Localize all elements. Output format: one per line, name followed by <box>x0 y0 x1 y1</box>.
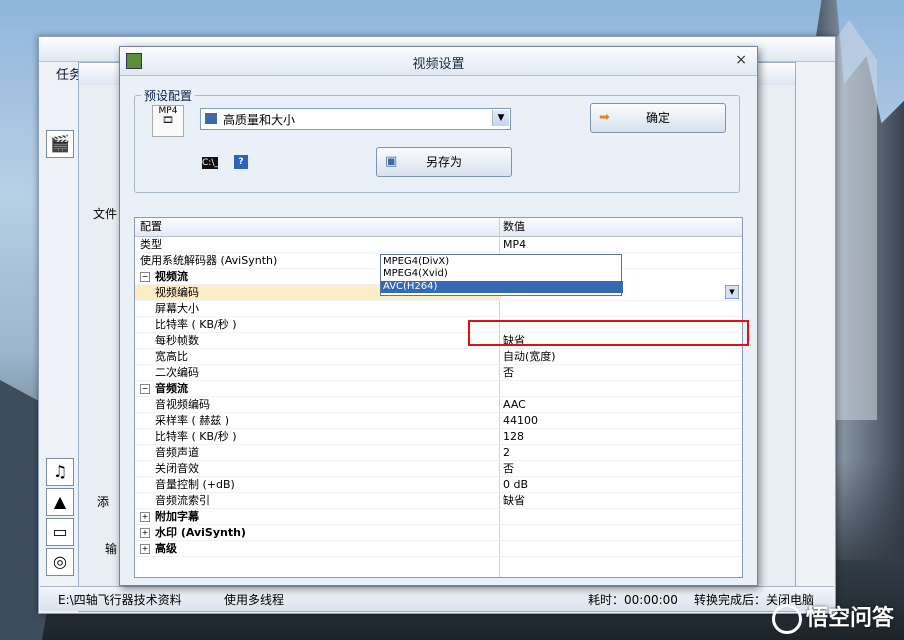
grid-row-key: 比特率 ( KB/秒 ) <box>155 430 237 443</box>
grid-row-key: 比特率 ( KB/秒 ) <box>155 318 237 331</box>
collapse-icon[interactable]: − <box>140 384 150 394</box>
music-icon[interactable]: ♫ <box>46 458 74 486</box>
picture-icon[interactable]: ▲ <box>46 488 74 516</box>
grid-row[interactable]: 音频流索引 缺省 <box>135 493 742 509</box>
arrow-right-icon: ➡ <box>599 110 610 125</box>
grid-row[interactable]: 二次编码 否 <box>135 365 742 381</box>
watermark: 悟空问答 <box>771 600 894 634</box>
command-line-icon[interactable]: C:\_ <box>202 157 219 169</box>
grid-row[interactable]: 屏幕大小 <box>135 301 742 317</box>
watermark-logo-icon <box>771 604 802 634</box>
status-time: 耗时：00:00:00 <box>588 593 678 607</box>
expand-icon[interactable]: + <box>140 512 150 522</box>
grid-row-key: 关闭音效 <box>155 462 199 475</box>
grid-row-key: 附加字幕 <box>155 510 199 523</box>
grid-row-value: 否 <box>503 366 514 379</box>
dropdown-option-h264[interactable]: AVC(H264) <box>381 281 623 293</box>
grid-row-key: 音频流 <box>155 382 188 395</box>
preset-value: 高质量和大小 <box>223 113 296 127</box>
grid-row-key: 类型 <box>140 238 162 251</box>
video-settings-dialog: 视频设置 × 预设配置 MP4 🎞 高质量和大小 ▼ ➡ 确定 ▣ 另存为 C:\… <box>119 46 758 586</box>
grid-header: 配置 数值 <box>135 218 742 237</box>
grid-row-value: 缺省 <box>503 494 525 507</box>
status-path: E:\四轴飞行器技术资料 <box>58 593 182 607</box>
grid-row-key: 采样率 ( 赫兹 ) <box>155 414 230 427</box>
grid-row-key: 音频声道 <box>155 446 199 459</box>
red-highlight-box <box>468 320 749 346</box>
grid-row-key: 高级 <box>155 542 177 555</box>
file-column-label: 文件 <box>93 207 118 221</box>
expand-icon[interactable]: + <box>140 544 150 554</box>
save-as-button[interactable]: ▣ 另存为 <box>376 147 512 177</box>
grid-row-value: 2 <box>503 446 510 459</box>
preset-legend: 预设配置 <box>144 89 193 103</box>
grid-row-key: 音量控制 (+dB) <box>155 478 235 491</box>
expand-icon[interactable]: + <box>140 528 150 538</box>
grid-row-value: 否 <box>503 462 514 475</box>
grid-row[interactable]: 类型 MP4 <box>135 237 742 253</box>
grid-row-key: 视频流 <box>155 270 188 283</box>
grid-row-value: MP4 <box>503 238 527 251</box>
help-icon[interactable]: ? <box>234 155 248 169</box>
header-value: 数值 <box>503 220 525 233</box>
grid-row-key: 使用系统解码器 (AviSynth) <box>140 254 278 267</box>
grid-row-key: 宽高比 <box>155 350 188 363</box>
grid-row-key: 水印 (AviSynth) <box>155 526 246 539</box>
dropdown-option-divx[interactable]: MPEG4(DivX) <box>381 256 623 268</box>
dialog-titlebar: 视频设置 × <box>120 47 757 76</box>
status-bar: E:\四轴飞行器技术资料 使用多线程 耗时：00:00:00 转换完成后：关闭电… <box>40 586 834 611</box>
grid-row[interactable]: + 高级 <box>135 541 742 557</box>
grid-row-key: 屏幕大小 <box>155 302 199 315</box>
grid-row[interactable]: 音频声道 2 <box>135 445 742 461</box>
grid-row[interactable]: + 水印 (AviSynth) <box>135 525 742 541</box>
grid-row-value: AAC <box>503 398 526 411</box>
status-multithread[interactable]: 使用多线程 <box>224 591 284 608</box>
dropdown-option-xvid[interactable]: MPEG4(Xvid) <box>381 268 623 280</box>
grid-row-key: 音频流索引 <box>155 494 210 507</box>
grid-row-value: 自动(宽度) <box>503 350 556 363</box>
grid-row[interactable]: + 附加字幕 <box>135 509 742 525</box>
grid-row-value: 44100 <box>503 414 538 427</box>
grid-row[interactable]: − 音频流 <box>135 381 742 397</box>
grid-row[interactable]: 宽高比 自动(宽度) <box>135 349 742 365</box>
save-icon: ▣ <box>385 154 398 169</box>
close-icon[interactable]: × <box>735 52 747 68</box>
row-divider <box>135 556 742 557</box>
grid-row[interactable]: 音量控制 (+dB) 0 dB <box>135 477 742 493</box>
dialog-title: 视频设置 <box>412 57 465 72</box>
mp4-format-icon: MP4 🎞 <box>152 105 184 137</box>
grid-row-key: 每秒帧数 <box>155 334 199 347</box>
collapse-icon[interactable]: − <box>140 272 150 282</box>
grid-row-key: 视频编码 <box>155 286 199 299</box>
film-icon[interactable]: 🎬 <box>46 130 74 158</box>
grid-row-value: 0 dB <box>503 478 529 491</box>
chevron-down-icon[interactable]: ▼ <box>492 110 509 126</box>
floppy-icon <box>205 113 217 124</box>
grid-row-key: 二次编码 <box>155 366 199 379</box>
chevron-down-icon[interactable]: ▼ <box>725 285 739 299</box>
add-label: 添 <box>97 495 110 509</box>
grid-row[interactable]: 关闭音效 否 <box>135 461 742 477</box>
preset-select[interactable]: 高质量和大小 ▼ <box>200 108 511 130</box>
grid-row-value: 128 <box>503 430 524 443</box>
grid-row[interactable]: 采样率 ( 赫兹 ) 44100 <box>135 413 742 429</box>
grid-row[interactable]: 比特率 ( KB/秒 ) 128 <box>135 429 742 445</box>
reel-icon[interactable]: ◎ <box>46 548 74 576</box>
video-codec-dropdown: MPEG4(DivX) MPEG4(Xvid) AVC(H264) <box>380 254 623 296</box>
ok-button[interactable]: ➡ 确定 <box>590 103 726 133</box>
grid-row-key: 音视频编码 <box>155 398 210 411</box>
drive-icon[interactable]: ▭ <box>46 518 74 546</box>
grid-row[interactable]: 音视频编码 AAC <box>135 397 742 413</box>
header-key: 配置 <box>140 220 162 233</box>
output-label: 输 <box>105 542 118 556</box>
